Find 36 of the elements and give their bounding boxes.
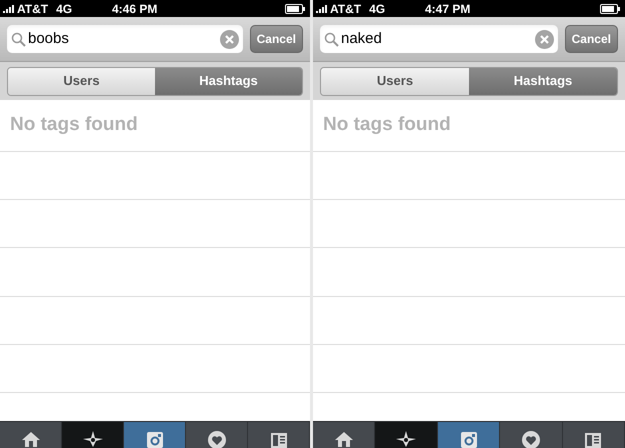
empty-message: No tags found [323, 113, 451, 138]
home-icon [20, 431, 40, 448]
network-type: 4G [56, 0, 72, 18]
clock: 4:47 PM [425, 0, 470, 18]
tab-button[interactable] [562, 422, 625, 448]
tab-button[interactable] [62, 422, 124, 448]
home-icon [334, 431, 354, 448]
carrier: AT&T [330, 0, 362, 18]
segment-tab[interactable]: Hashtags [469, 68, 617, 94]
signal-icon [316, 4, 329, 12]
star-icon [396, 431, 416, 448]
camera-icon [144, 431, 164, 448]
newspaper-icon [583, 431, 604, 448]
segment-tab[interactable]: Users [8, 68, 155, 94]
heart-bubble-icon [206, 431, 226, 448]
search-field[interactable]: boobs [7, 25, 243, 53]
search-icon [11, 32, 26, 46]
search-field[interactable]: naked [320, 25, 558, 53]
newspaper-icon [268, 431, 288, 448]
heart-bubble-icon [520, 431, 541, 448]
tab-button[interactable] [438, 422, 500, 448]
star-icon [82, 431, 102, 448]
network-type: 4G [369, 0, 386, 18]
search-icon [324, 32, 339, 46]
segment-tab[interactable]: Users [321, 68, 469, 94]
carrier: AT&T [17, 0, 48, 18]
camera-icon [458, 431, 479, 448]
battery-icon [600, 4, 620, 14]
clock: 4:46 PM [112, 0, 158, 18]
cancel-button[interactable]: Cancel [564, 25, 618, 53]
segment-tab[interactable]: Hashtags [155, 68, 302, 94]
tab-button[interactable] [375, 422, 438, 448]
signal-icon [3, 4, 16, 12]
empty-message: No tags found [10, 113, 138, 138]
cancel-button[interactable]: Cancel [250, 25, 303, 53]
battery-icon [285, 4, 305, 14]
